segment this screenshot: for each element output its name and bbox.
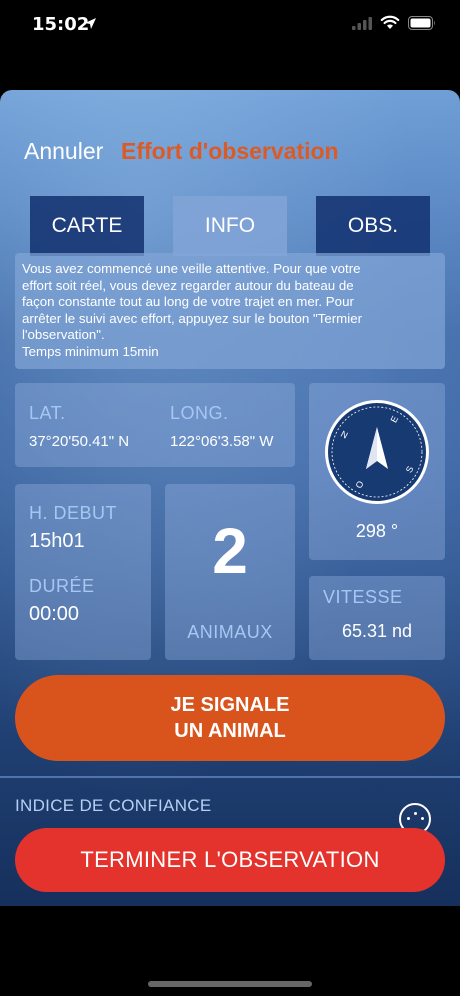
speed-label: VITESSE: [323, 587, 403, 607]
speed-value: 65.31 nd: [341, 621, 413, 641]
compass-icon: N E S O: [325, 400, 429, 504]
location-arrow-icon: [85, 18, 96, 29]
info-line: Vous avez commencé une veille attentive.…: [22, 261, 361, 276]
wifi-icon: [380, 15, 400, 29]
tab-info[interactable]: INFO: [173, 196, 287, 256]
info-line: arrêter le suivi avec effort, appuyez su…: [22, 310, 363, 326]
speed-panel: VITESSE 65.31 nd: [309, 576, 445, 660]
duration-value: 00:00: [29, 603, 80, 625]
info-text-box: Vous avez commencé une veille attentive.…: [15, 253, 445, 369]
end-observation-label: TERMINER L'OBSERVATION: [80, 847, 380, 872]
coordinates-panel: LAT. 37°20'50.41" N LONG. 122°06'3.58" W: [15, 383, 295, 467]
home-indicator[interactable]: [148, 981, 312, 987]
compass-panel: N E S O 298 °: [309, 383, 445, 560]
info-line: façon constante tout au long de votre tr…: [22, 294, 354, 309]
start-time-label: H. DEBUT: [29, 503, 118, 523]
tab-carte[interactable]: CARTE: [30, 196, 144, 256]
divider: [0, 776, 460, 778]
animal-count-panel: 2 ANIMAUX: [165, 484, 295, 660]
status-time: 15:02: [32, 14, 90, 35]
tab-carte-label: CARTE: [51, 214, 123, 237]
longitude-label: LONG.: [170, 403, 229, 423]
signal-icon: [352, 17, 372, 30]
tab-obs-label: OBS.: [347, 214, 399, 237]
time-panel: H. DEBUT 15h01 DURÉE 00:00: [15, 484, 151, 660]
battery-icon: [408, 16, 435, 30]
report-animal-button[interactable]: JE SIGNALE UN ANIMAL: [15, 675, 445, 761]
report-animal-label-line1: JE SIGNALE: [170, 694, 290, 716]
info-line: effort soit réel, vous devez regarder au…: [22, 277, 354, 293]
start-time-value: 15h01: [29, 530, 85, 552]
latitude-label: LAT.: [29, 403, 66, 423]
report-animal-label-line2: UN ANIMAL: [174, 720, 286, 742]
end-observation-button[interactable]: TERMINER L'OBSERVATION: [15, 828, 445, 892]
info-line: l'observation".: [22, 327, 105, 342]
heading-value: 298 °: [355, 521, 399, 541]
status-bar: 15:02: [0, 0, 460, 50]
page-title: Effort d'observation: [121, 138, 339, 164]
latitude-value: 37°20'50.41" N: [29, 433, 130, 450]
info-line: Temps minimum 15min: [22, 343, 159, 359]
animal-count: 2: [212, 515, 248, 587]
animal-count-label: ANIMAUX: [187, 622, 273, 642]
duration-label: DURÉE: [29, 576, 95, 596]
tab-info-label: INFO: [204, 214, 256, 237]
observation-sheet: Annuler Effort d'observation CARTE INFO …: [0, 90, 460, 906]
confidence-label: INDICE DE CONFIANCE: [15, 796, 212, 815]
cancel-button[interactable]: Annuler: [24, 138, 103, 165]
tab-obs[interactable]: OBS.: [316, 196, 430, 256]
longitude-value: 122°06'3.58" W: [170, 433, 274, 450]
